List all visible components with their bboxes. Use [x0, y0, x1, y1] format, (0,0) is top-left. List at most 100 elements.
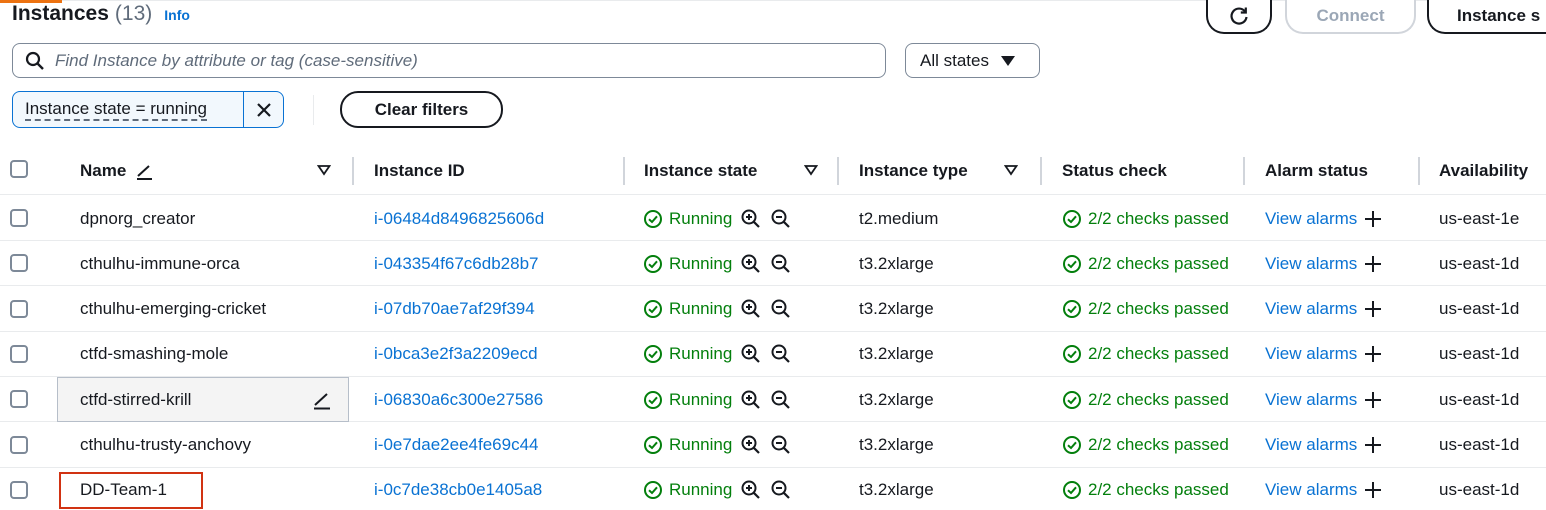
instance-state-cell: Running	[643, 241, 792, 286]
sort-caret-icon[interactable]	[1004, 164, 1018, 176]
view-alarms-link[interactable]: View alarms	[1265, 344, 1357, 364]
zoom-in-icon[interactable]	[740, 253, 762, 275]
clear-filters-button[interactable]: Clear filters	[340, 91, 503, 128]
zoom-in-icon[interactable]	[740, 434, 762, 456]
zoom-out-icon[interactable]	[770, 298, 792, 320]
instance-name: ctfd-stirred-krill	[80, 389, 192, 409]
edit-name-button[interactable]	[311, 377, 333, 422]
row-checkbox[interactable]	[10, 254, 28, 273]
row-checkbox[interactable]	[10, 435, 28, 454]
plus-icon[interactable]	[1363, 344, 1383, 364]
plus-icon[interactable]	[1363, 435, 1383, 455]
row-checkbox[interactable]	[10, 344, 28, 363]
table-row[interactable]: cthulhu-emerging-cricket i-07db70ae7af29f…	[0, 287, 1546, 332]
select-all-checkbox[interactable]	[10, 160, 28, 178]
table-row[interactable]: cthulhu-immune-orca i-043354f67c6db28b7 Ru…	[0, 241, 1546, 287]
row-checkbox[interactable]	[10, 209, 28, 227]
column-header-name[interactable]: Name	[80, 147, 154, 195]
column-divider	[1418, 157, 1420, 185]
alarm-status-cell: View alarms	[1265, 468, 1383, 510]
plus-icon[interactable]	[1363, 480, 1383, 500]
plus-icon[interactable]	[1363, 299, 1383, 319]
check-circle-icon	[644, 254, 662, 273]
instance-state-label: Running	[669, 253, 733, 273]
zoom-in-icon[interactable]	[740, 343, 762, 365]
instance-id-link[interactable]: i-0bca3e2f3a2209ecd	[374, 332, 538, 377]
refresh-button[interactable]	[1206, 0, 1272, 34]
plus-icon[interactable]	[1363, 390, 1383, 410]
column-header-instance-state[interactable]: Instance state	[644, 147, 757, 195]
search-input[interactable]	[55, 50, 875, 71]
view-alarms-link[interactable]: View alarms	[1265, 299, 1357, 319]
search-bar[interactable]	[12, 43, 886, 78]
info-link[interactable]: Info	[164, 7, 190, 23]
instance-state-button[interactable]: Instance s	[1427, 0, 1546, 34]
search-icon	[25, 51, 44, 70]
connect-button[interactable]: Connect	[1285, 0, 1416, 34]
table-row[interactable]: ctfd-stirred-krill i-06830a6c300e27586 Run…	[0, 377, 1546, 423]
table-row[interactable]: cthulhu-trusty-anchovy i-0e7dae2ee4fe69c4…	[0, 423, 1546, 468]
view-alarms-link[interactable]: View alarms	[1265, 209, 1357, 229]
instance-id-link[interactable]: i-06484d8496825606d	[374, 196, 544, 241]
zoom-out-icon[interactable]	[770, 479, 792, 501]
instance-id-link[interactable]: i-06830a6c300e27586	[374, 377, 543, 422]
zoom-in-icon[interactable]	[740, 298, 762, 320]
plus-icon[interactable]	[1363, 254, 1383, 274]
status-check-label: 2/2 checks passed	[1088, 208, 1229, 228]
zoom-in-icon[interactable]	[740, 389, 762, 411]
remove-filter-button[interactable]	[243, 92, 283, 127]
status-check-cell: 2/2 checks passed	[1062, 241, 1229, 286]
divider	[313, 95, 314, 125]
status-check-cell: 2/2 checks passed	[1062, 377, 1229, 422]
filter-token-label[interactable]: Instance state = running	[13, 92, 243, 127]
instance-id-link[interactable]: i-07db70ae7af29f394	[374, 287, 535, 332]
sort-caret-icon[interactable]	[317, 164, 331, 176]
table-row[interactable]: dpnorg_creator i-06484d8496825606d Running…	[0, 196, 1546, 241]
zoom-out-icon[interactable]	[770, 389, 792, 411]
check-circle-icon	[644, 390, 662, 409]
zoom-in-icon[interactable]	[740, 208, 762, 230]
view-alarms-link[interactable]: View alarms	[1265, 435, 1357, 455]
alarm-status-cell: View alarms	[1265, 423, 1383, 468]
column-header-alarm-status[interactable]: Alarm status	[1265, 147, 1368, 195]
alarm-status-cell: View alarms	[1265, 332, 1383, 377]
column-header-availability[interactable]: Availability	[1439, 147, 1528, 195]
instance-id-link[interactable]: i-0c7de38cb0e1405a8	[374, 468, 542, 510]
check-circle-icon	[1063, 209, 1081, 228]
zoom-out-icon[interactable]	[770, 253, 792, 275]
instance-state-cell: Running	[643, 332, 792, 377]
sort-caret-icon[interactable]	[804, 164, 818, 176]
zoom-out-icon[interactable]	[770, 434, 792, 456]
instance-name: cthulhu-trusty-anchovy	[80, 435, 252, 454]
view-alarms-link[interactable]: View alarms	[1265, 390, 1357, 410]
zoom-out-icon[interactable]	[770, 208, 792, 230]
check-circle-icon	[644, 300, 662, 319]
view-alarms-link[interactable]: View alarms	[1265, 254, 1357, 274]
view-alarms-link[interactable]: View alarms	[1265, 480, 1357, 500]
status-check-label: 2/2 checks passed	[1088, 389, 1229, 409]
refresh-icon	[1230, 7, 1248, 25]
instance-type: t3.2xlarge	[859, 435, 934, 454]
status-check-label: 2/2 checks passed	[1088, 253, 1229, 273]
instance-id-link[interactable]: i-0e7dae2ee4fe69c44	[374, 423, 538, 468]
column-header-instance-type[interactable]: Instance type	[859, 147, 968, 195]
column-header-instance-id[interactable]: Instance ID	[374, 147, 465, 195]
row-checkbox[interactable]	[10, 299, 28, 318]
zoom-out-icon[interactable]	[770, 343, 792, 365]
table-row[interactable]: DD-Team-1 i-0c7de38cb0e1405a8 Running t3.2x…	[0, 468, 1546, 510]
instance-state-cell: Running	[643, 287, 792, 332]
row-checkbox[interactable]	[10, 390, 28, 409]
alarm-status-cell: View alarms	[1265, 241, 1383, 286]
status-check-label: 2/2 checks passed	[1088, 435, 1229, 454]
row-checkbox[interactable]	[10, 480, 28, 499]
state-filter-select[interactable]: All states	[905, 43, 1040, 78]
column-header-status-check[interactable]: Status check	[1062, 147, 1167, 195]
alarm-status-cell: View alarms	[1265, 196, 1383, 241]
table-row[interactable]: ctfd-smashing-mole i-0bca3e2f3a2209ecd Run…	[0, 332, 1546, 377]
availability-zone: us-east-1d	[1439, 389, 1520, 409]
instance-state-label: Running	[669, 480, 733, 500]
instance-type: t3.2xlarge	[859, 389, 934, 409]
instance-id-link[interactable]: i-043354f67c6db28b7	[374, 241, 538, 286]
zoom-in-icon[interactable]	[740, 479, 762, 501]
plus-icon[interactable]	[1363, 209, 1383, 229]
